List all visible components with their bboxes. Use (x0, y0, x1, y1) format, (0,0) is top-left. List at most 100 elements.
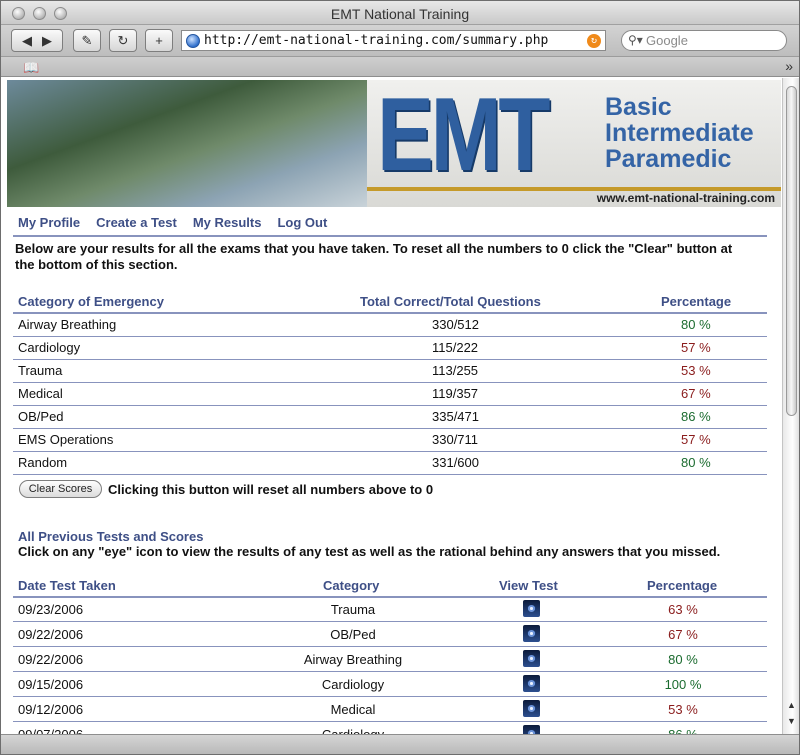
eye-icon[interactable] (523, 700, 540, 717)
banner-levels: Basic Intermediate Paramedic (605, 94, 754, 172)
banner-photo (7, 80, 367, 207)
table-row: Trauma 113/255 53 % (13, 360, 767, 383)
col-percentage-header: Percentage (661, 294, 732, 309)
address-text[interactable]: http://emt-national-training.com/summary… (204, 33, 548, 48)
test-percentage: 53 % (668, 702, 698, 717)
test-percentage: 100 % (664, 677, 702, 692)
bookmarks-book-icon[interactable]: 📖 (23, 60, 39, 76)
search-field[interactable]: ⚲▾ Google (621, 30, 787, 51)
row-category: OB/Ped (18, 409, 64, 424)
list-item: 09/15/2006 Cardiology 100 % (13, 672, 767, 697)
clear-scores-button[interactable]: Clear Scores (19, 480, 102, 498)
nav-create-test[interactable]: Create a Test (96, 215, 177, 230)
clear-note: Clicking this button will reset all numb… (108, 482, 434, 497)
row-percentage: 57 % (681, 432, 711, 447)
col-date-header: Date Test Taken (18, 578, 116, 593)
eye-icon[interactable] (523, 725, 540, 734)
banner-line-intermediate: Intermediate (605, 119, 754, 147)
test-percentage: 63 % (668, 602, 698, 617)
row-total: 335/471 (432, 409, 479, 424)
scroll-up-arrow-icon[interactable]: ▲ (787, 700, 796, 710)
row-category: Airway Breathing (18, 317, 117, 332)
more-bookmarks-icon[interactable]: » (785, 58, 793, 74)
col-total-header: Total Correct/Total Questions (360, 294, 541, 309)
banner-url: www.emt-national-training.com (596, 191, 775, 205)
test-category: Trauma (330, 602, 376, 617)
row-percentage: 53 % (681, 363, 711, 378)
table-row: Random 331/600 80 % (13, 452, 767, 475)
eye-icon[interactable] (523, 675, 540, 692)
globe-icon (186, 34, 200, 48)
test-percentage: 86 % (668, 727, 698, 734)
row-total: 330/512 (432, 317, 479, 332)
row-percentage: 86 % (681, 409, 711, 424)
row-category: EMS Operations (18, 432, 114, 447)
col-view-header: View Test (499, 578, 558, 593)
row-category: Trauma (18, 363, 63, 378)
table-row: Medical 119/357 67 % (13, 383, 767, 406)
bookmarks-bar: 📖 » (1, 57, 799, 77)
row-total: 331/600 (432, 455, 479, 470)
nav-my-results[interactable]: My Results (193, 215, 262, 230)
status-bar (1, 734, 799, 754)
table-row: OB/Ped 335/471 86 % (13, 406, 767, 429)
nav-my-profile[interactable]: My Profile (18, 215, 80, 230)
eye-icon[interactable] (523, 600, 540, 617)
main-nav: My Profile Create a Test My Results Log … (18, 215, 327, 230)
nav-divider (13, 235, 767, 237)
row-percentage: 57 % (681, 340, 711, 355)
forward-arrow-icon[interactable]: ▶ (42, 33, 52, 49)
row-divider (13, 474, 767, 475)
test-category: Medical (330, 702, 376, 717)
row-percentage: 67 % (681, 386, 711, 401)
edit-bookmark-button[interactable]: ✎ (73, 29, 101, 52)
row-percentage: 80 % (681, 455, 711, 470)
row-category: Random (18, 455, 68, 470)
browser-window: EMT National Training ◀ ▶ ✎ ↻ + http://e… (0, 0, 800, 755)
window-title: EMT National Training (330, 6, 470, 22)
address-bar[interactable]: http://emt-national-training.com/summary… (181, 30, 606, 51)
eye-icon[interactable] (523, 625, 540, 642)
col-history-category-header: Category (323, 578, 380, 593)
table-row: Cardiology 115/222 57 % (13, 337, 767, 360)
vertical-scrollbar[interactable]: ▲ ▼ (782, 78, 799, 734)
back-arrow-icon[interactable]: ◀ (22, 33, 32, 49)
scrollbar-thumb[interactable] (786, 86, 797, 416)
test-category: Cardiology (321, 677, 385, 692)
page-content: EMT Basic Intermediate Paramedic www.emt… (1, 78, 782, 734)
search-icon: ⚲▾ (628, 33, 643, 47)
row-percentage: 80 % (681, 317, 711, 332)
test-date: 09/07/2006 (18, 727, 83, 734)
row-total: 115/222 (432, 340, 479, 355)
reload-button[interactable]: ↻ (109, 29, 137, 52)
list-item: 09/23/2006 Trauma 63 % (13, 597, 767, 622)
intro-text: Below are your results for all the exams… (15, 241, 733, 272)
row-category: Medical (18, 386, 63, 401)
search-placeholder: Google (646, 33, 688, 48)
test-percentage: 67 % (668, 627, 698, 642)
list-item: 09/22/2006 Airway Breathing 80 % (13, 647, 767, 672)
nav-log-out[interactable]: Log Out (277, 215, 327, 230)
title-bar: EMT National Training (1, 1, 799, 25)
rss-icon[interactable]: ↻ (587, 34, 601, 48)
test-category: Cardiology (322, 727, 384, 734)
add-bookmark-button[interactable]: + (145, 29, 173, 52)
emt-logo: EMT (377, 80, 550, 193)
table-row: Airway Breathing 330/512 80 % (13, 314, 767, 337)
row-total: 330/711 (432, 432, 479, 447)
scroll-down-arrow-icon[interactable]: ▼ (787, 716, 796, 726)
test-date: 09/23/2006 (18, 602, 84, 617)
banner-line-basic: Basic (605, 93, 672, 121)
row-total: 113/255 (432, 363, 479, 378)
list-item: 09/07/2006 Cardiology 86 % (13, 722, 767, 734)
list-item: 09/12/2006 Medical 53 % (13, 697, 767, 722)
banner-logo-area: EMT Basic Intermediate Paramedic www.emt… (367, 80, 781, 207)
reload-icon: ↻ (117, 32, 129, 48)
test-date: 09/12/2006 (18, 702, 84, 717)
eye-icon[interactable] (523, 650, 540, 667)
test-category: Airway Breathing (303, 652, 403, 667)
plus-icon: + (155, 33, 163, 48)
history-note: Click on any "eye" icon to view the resu… (18, 544, 721, 559)
back-forward-buttons[interactable]: ◀ ▶ (11, 29, 63, 52)
list-item: 09/22/2006 OB/Ped 67 % (13, 622, 767, 647)
